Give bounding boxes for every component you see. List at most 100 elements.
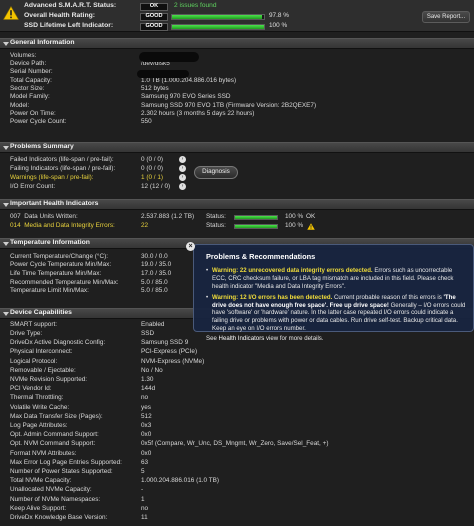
- save-report-button[interactable]: Save Report...: [422, 11, 470, 23]
- disclosure-triangle-icon: [3, 203, 9, 207]
- indicator-status-text: OK: [306, 212, 316, 220]
- info-row-label: Total Capacity:: [10, 76, 52, 84]
- info-row-label: Format NVM Attributes:: [10, 449, 77, 457]
- section-general-header[interactable]: General Information: [0, 38, 474, 49]
- health-rating-label: Overall Health Rating:: [24, 12, 96, 20]
- info-row-value: 1.000.204.886.016 (1.0 TB): [141, 477, 220, 485]
- info-row: Thermal Throttling: no: [0, 395, 474, 403]
- redacted-serial: [137, 70, 189, 78]
- section-indicators-header[interactable]: Important Health Indicators: [0, 199, 474, 210]
- info-row-label: Number of NVMe Namespaces:: [10, 495, 101, 503]
- info-row-label: Volatile Write Cache:: [10, 403, 70, 411]
- warning-icon: [3, 6, 19, 20]
- info-row-value: 12 (12 / 0): [141, 182, 171, 190]
- warnings-arrow-icon[interactable]: ›: [179, 174, 186, 181]
- info-row-label: SMART support:: [10, 320, 58, 328]
- info-row-label: PCI Vendor Id:: [10, 385, 52, 393]
- smart-status-badge: OK: [140, 2, 168, 11]
- info-row-label: Max Data Transfer Size (Pages):: [10, 412, 103, 420]
- close-icon[interactable]: ×: [186, 242, 195, 251]
- info-row: Logical Protocol: NVM-Express (NVMe): [0, 358, 474, 366]
- section-capabilities-title: Device Capabilities: [10, 309, 72, 317]
- lifetime-left-value: 100 %: [269, 22, 288, 30]
- info-row-label: Physical Interconnect:: [10, 348, 73, 356]
- info-row-label: Temperature Limit Min/Max:: [10, 287, 89, 295]
- info-row: Device Path: /dev/disk5: [0, 60, 474, 68]
- info-row: Power On Time: 2.302 hours (3 months 5 da…: [0, 110, 474, 118]
- lifetime-left-badge: GOOD: [140, 22, 168, 31]
- section-temperature-title: Temperature Information: [10, 239, 90, 247]
- info-row-label: Power On Time:: [10, 109, 56, 117]
- info-row: Physical Interconnect: PCI-Express (PCIe): [0, 349, 474, 357]
- info-row-value: 550: [141, 118, 152, 126]
- info-row-value: no: [141, 504, 149, 512]
- info-row-value: 5: [141, 468, 145, 476]
- info-row-label: Serial Number:: [10, 68, 53, 76]
- info-row: Volatile Write Cache: yes: [0, 404, 474, 412]
- health-rating-row: Overall Health Rating: GOOD 97.8 %: [24, 12, 289, 21]
- recommendation-warning: Warning: 12 I/O errors has been detected…: [212, 294, 333, 302]
- info-row-label: Max Error Log Page Entries Supported:: [10, 458, 122, 466]
- health-rating-fill: [172, 14, 262, 19]
- health-indicators-link[interactable]: Health Indicators: [219, 335, 265, 342]
- indicator-status-label: Status:: [206, 212, 226, 220]
- info-row-value: 0x0: [141, 449, 152, 457]
- info-row: DriveDx Knowledge Base Version: 11: [0, 514, 474, 522]
- info-row-value: No / No: [141, 366, 163, 374]
- indicator-status-label: Status:: [206, 221, 226, 229]
- indicator-status-fill: [235, 224, 277, 228]
- info-row-label: Unallocated NVMe Capacity:: [10, 486, 92, 494]
- info-row-value: 512 bytes: [141, 85, 169, 93]
- info-row: Opt. Admin Command Support: 0x0: [0, 431, 474, 439]
- info-row-label: Power Cycle Count:: [10, 118, 67, 126]
- issues-count-link[interactable]: 2 issues found: [174, 3, 217, 10]
- info-row: Number of Power States Supported: 5: [0, 468, 474, 476]
- info-row: Removable / Ejectable: No / No: [0, 367, 474, 375]
- lifetime-left-label: SSD Lifetime Left Indicator:: [24, 22, 114, 30]
- indicator-value: 22: [141, 221, 149, 229]
- indicator-status-fill: [235, 215, 277, 219]
- see-more-line: See Health Indicators view for more deta…: [206, 336, 466, 342]
- lifetime-left-row: SSD Lifetime Left Indicator: GOOD 100 %: [24, 22, 287, 31]
- info-row-value: 144d: [141, 385, 156, 393]
- info-row: Opt. NVM Command Support: 0x5f (Compare, …: [0, 441, 474, 449]
- diagnosis-button[interactable]: Diagnosis: [194, 166, 238, 179]
- info-row: Max Error Log Page Entries Supported: 63: [0, 459, 474, 467]
- indicator-status-bar: [234, 223, 278, 229]
- failed-indicators-arrow-icon[interactable]: ›: [179, 156, 186, 163]
- info-row-value: Samsung SSD 9: [141, 339, 189, 347]
- info-row: Number of NVMe Namespaces: 1: [0, 496, 474, 504]
- popover-title: Problems & Recommendations: [206, 252, 316, 261]
- indicator-row-warning[interactable]: 014 Media and Data Integrity Errors: 22 …: [0, 222, 474, 230]
- indicator-value: 2.537.883 (1.2 TB): [141, 212, 195, 220]
- disclosure-triangle-icon: [3, 146, 9, 150]
- info-row-value: 1.0 TB (1.000.204.886.016 bytes): [141, 76, 237, 84]
- io-errors-arrow-icon[interactable]: ›: [179, 183, 186, 190]
- info-row: Volumes:: [0, 52, 474, 60]
- info-row: NVMe Revision Supported: 1.30: [0, 376, 474, 384]
- section-problems-header[interactable]: Problems Summary: [0, 142, 474, 153]
- info-row-value: 5.0 / 85.0: [141, 287, 168, 295]
- info-row-label: Log Page Attributes:: [10, 422, 68, 430]
- section-indicators-title: Important Health Indicators: [10, 200, 99, 208]
- info-row-value: -: [141, 486, 144, 494]
- indicator-status-value: 100 %: [285, 221, 304, 229]
- info-row: Total NVMe Capacity: 1.000.204.886.016 (1…: [0, 477, 474, 485]
- info-row-label: Warnings (life-span / pre-fail):: [10, 173, 94, 181]
- disclosure-triangle-icon: [3, 242, 9, 246]
- info-row-value: no: [141, 394, 149, 402]
- info-row-value: 30.0 / 0.0: [141, 252, 168, 260]
- info-row-value: 2.302 hours (3 months 5 days 22 hours): [141, 109, 255, 117]
- disclosure-triangle-icon: [3, 312, 9, 316]
- info-row-label: Total NVMe Capacity:: [10, 477, 72, 485]
- info-row: Power Cycle Count: 550: [0, 118, 474, 126]
- failing-indicators-arrow-icon[interactable]: ›: [179, 165, 186, 172]
- info-row-label: Recommended Temperature Min/Max:: [10, 278, 119, 286]
- info-row-value: 11: [141, 514, 148, 522]
- info-row-value: 5.0 / 85.0: [141, 278, 168, 286]
- info-row: Log Page Attributes: 0x3: [0, 422, 474, 430]
- indicator-status-value: 100 %: [285, 212, 304, 220]
- indicator-row[interactable]: 007 Data Units Written: 2.537.883 (1.2 T…: [0, 213, 474, 221]
- info-row-label: Power Cycle Temperature Min/Max:: [10, 261, 112, 269]
- info-row: Model: Samsung SSD 970 EVO 1TB (Firmware …: [0, 102, 474, 110]
